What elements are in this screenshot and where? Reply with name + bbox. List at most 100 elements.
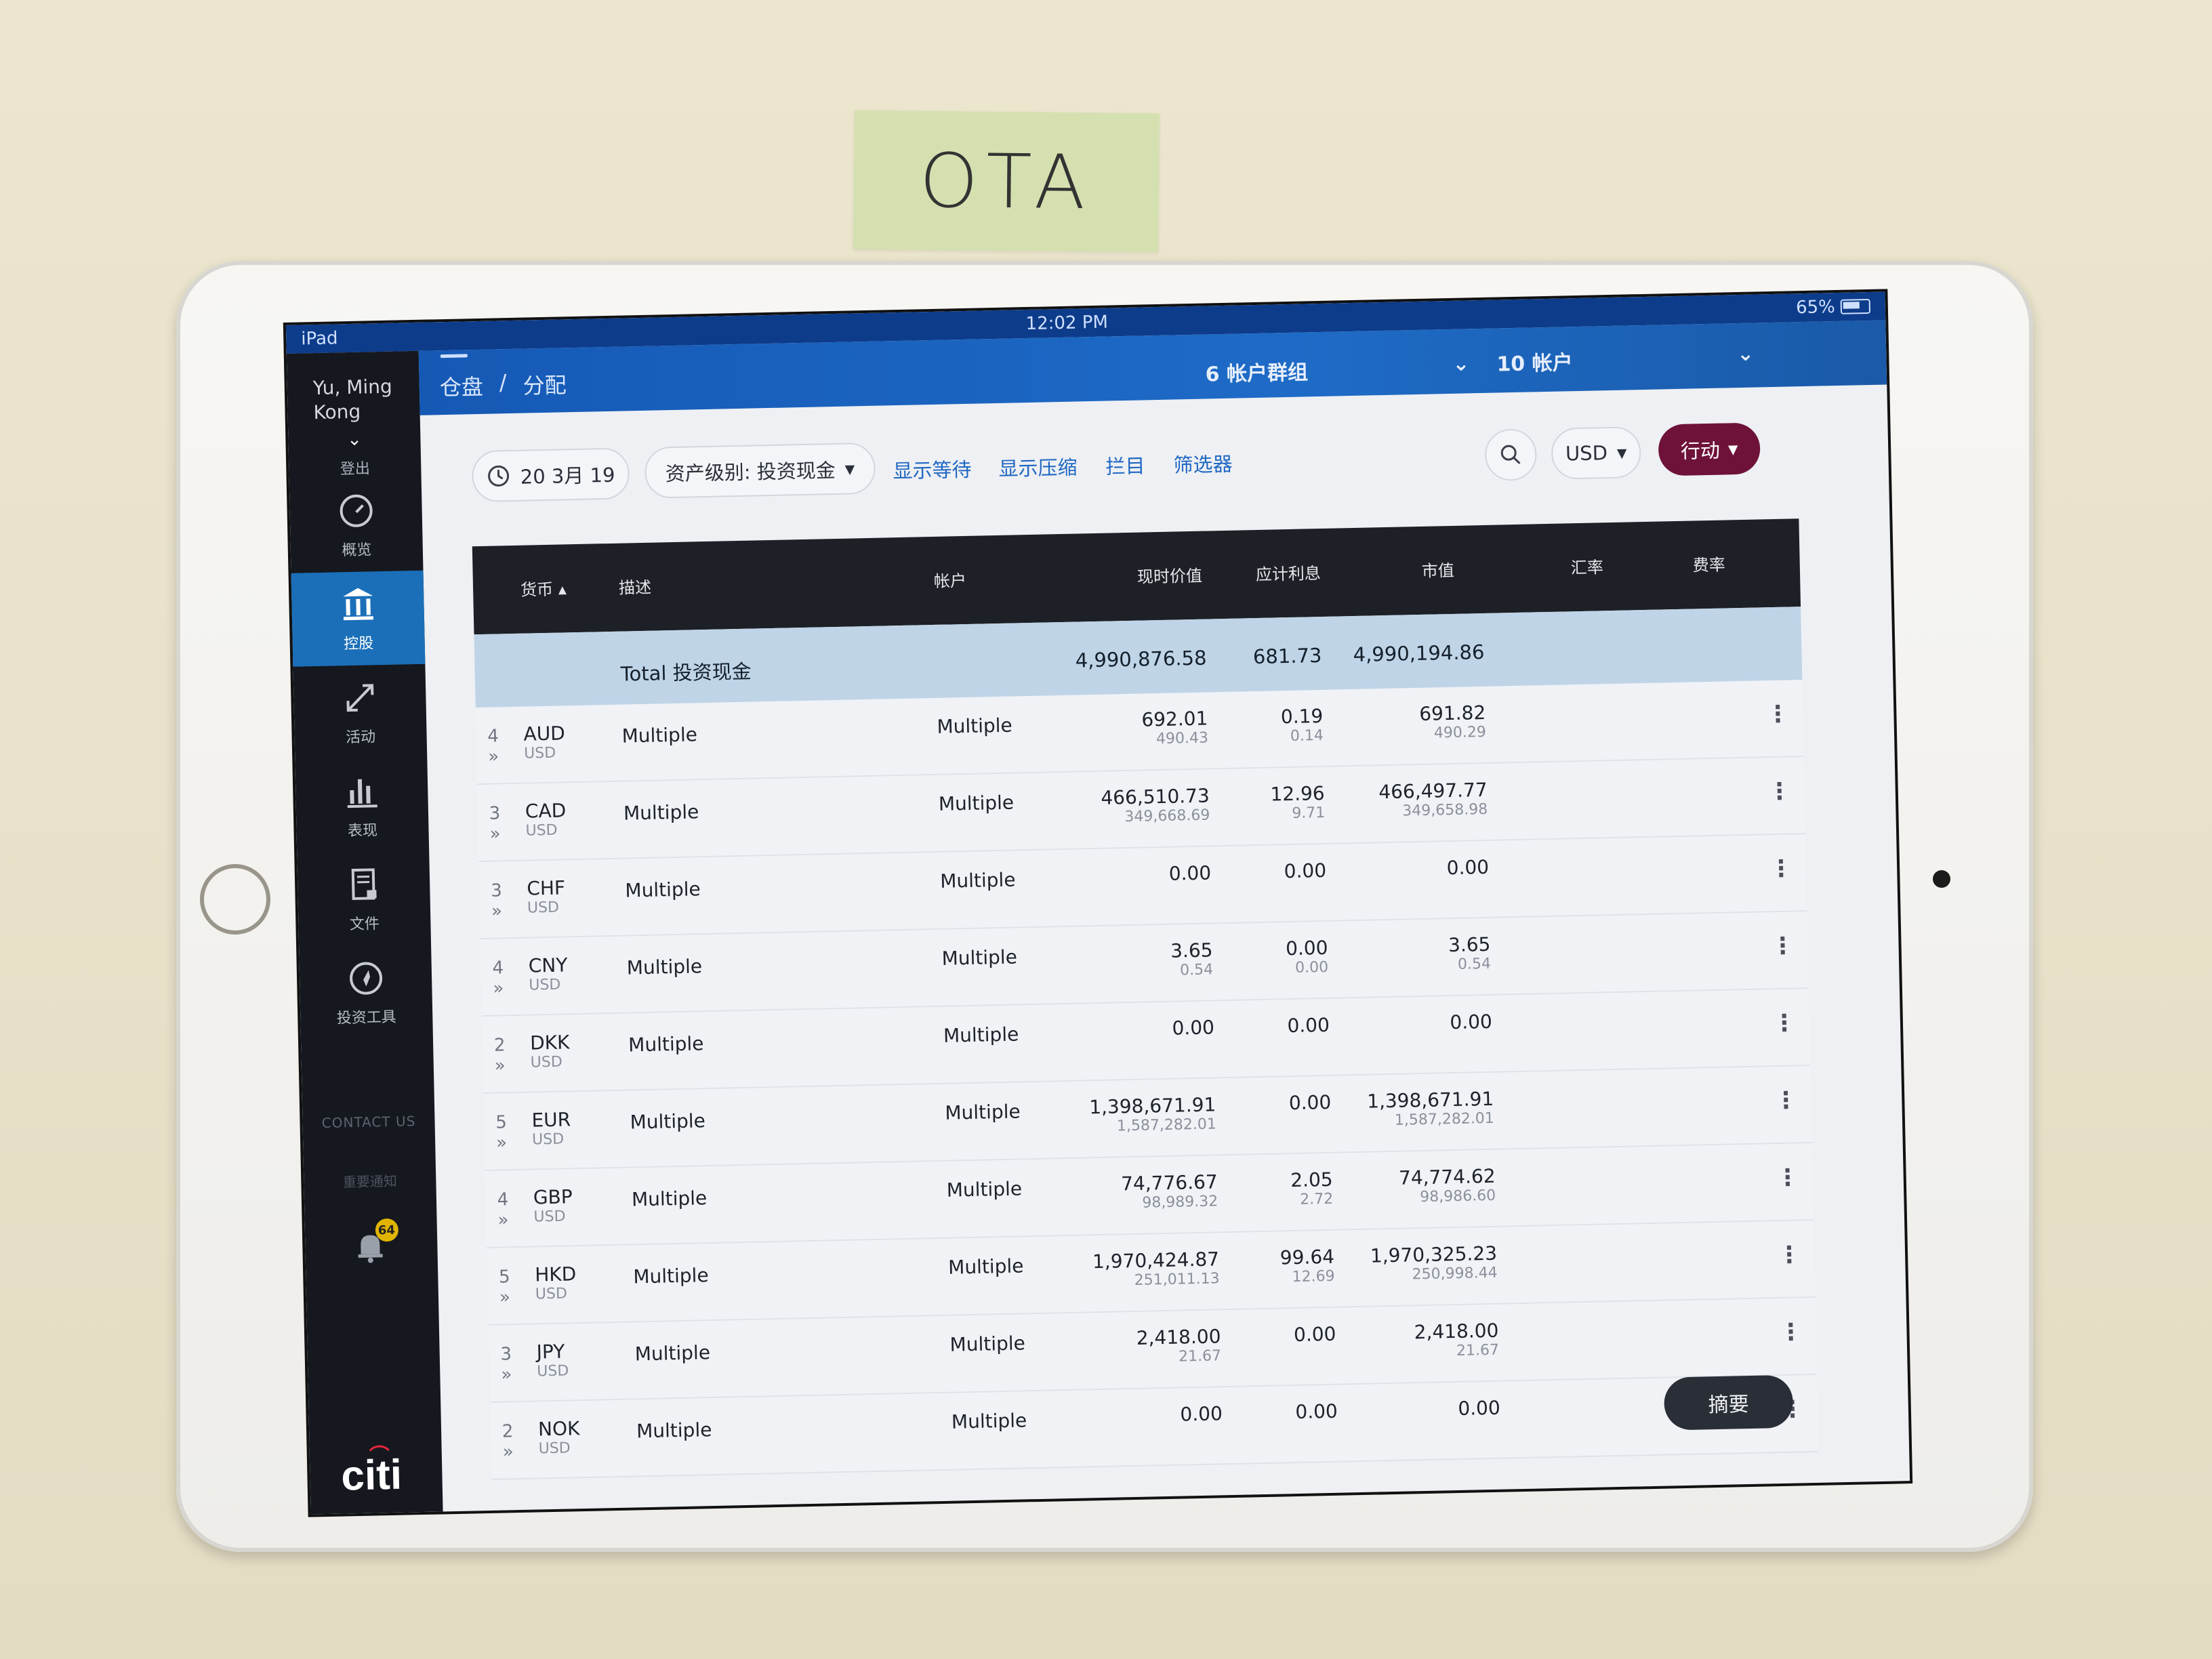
nav-holdings[interactable]: 控股: [291, 570, 426, 667]
current-value: 2,418.00: [1136, 1325, 1221, 1349]
row-count[interactable]: 3»: [486, 880, 507, 922]
row-accrued-interest: 0.00: [1235, 1400, 1338, 1425]
more-options-icon[interactable]: ⋮: [1778, 1241, 1801, 1269]
important-notice-link[interactable]: 重要通知: [304, 1170, 436, 1192]
nav-documents[interactable]: 文件: [297, 851, 431, 947]
header-account[interactable]: 帐户: [934, 567, 967, 592]
sort-asc-icon: ▴: [558, 579, 567, 599]
account-group-select[interactable]: 6 帐户群组 ⌄: [1205, 352, 1470, 387]
action-button[interactable]: 行动 ▾: [1658, 422, 1761, 476]
row-count-value: 5: [498, 1267, 510, 1288]
row-market-value: 691.82 490.29: [1336, 701, 1486, 744]
header-fee-rate[interactable]: 费率: [1692, 552, 1725, 576]
accrued-interest: 0.00: [1284, 859, 1327, 883]
accrued-interest: 0.00: [1295, 1399, 1338, 1424]
row-count[interactable]: 2»: [489, 1035, 510, 1076]
more-options-icon[interactable]: ⋮: [1767, 778, 1791, 806]
base-currency: USD: [531, 1130, 565, 1149]
row-count[interactable]: 5»: [491, 1112, 512, 1153]
header-accrued-interest[interactable]: 应计利息: [1255, 560, 1322, 585]
row-count[interactable]: 3»: [495, 1344, 516, 1385]
device-label: iPad: [301, 328, 338, 350]
date-picker[interactable]: 20 3月 19: [471, 447, 630, 503]
contact-us-link[interactable]: CONTACT US: [302, 1113, 434, 1132]
more-options-icon[interactable]: ⋮: [1766, 701, 1790, 729]
asset-class-dropdown[interactable]: 资产级别: 投资现金 ▾: [644, 442, 876, 499]
holdings-table: 货币 ▴ 描述 帐户 现时价值 应计利息 市值 汇率 费率 Total 投资现金…: [472, 518, 1819, 1480]
expand-icon: »: [488, 746, 499, 767]
summary-button[interactable]: 摘要: [1663, 1374, 1794, 1431]
chevron-down-icon[interactable]: ⌄: [288, 428, 421, 451]
more-options-icon[interactable]: ⋮: [1771, 932, 1795, 960]
expand-icon: »: [494, 1055, 506, 1076]
chevron-down-icon: ⌄: [1736, 342, 1755, 367]
row-count[interactable]: 2»: [497, 1421, 518, 1462]
filter-link[interactable]: 筛选器: [1173, 449, 1233, 478]
notifications-button[interactable]: 64: [350, 1218, 398, 1268]
logout-link[interactable]: 登出: [289, 455, 422, 480]
row-account: Multiple: [947, 1254, 1024, 1279]
expand-icon: »: [501, 1364, 512, 1385]
base-currency: USD: [530, 1053, 563, 1071]
user-name[interactable]: Yu, Ming Kong: [312, 374, 419, 425]
search-button[interactable]: [1484, 428, 1538, 481]
row-current-value: 3.65 0.54: [1063, 939, 1214, 981]
battery-icon: [1840, 298, 1871, 314]
row-count-value: 3: [500, 1344, 512, 1365]
more-options-icon[interactable]: ⋮: [1779, 1318, 1803, 1346]
row-market-value: 1,398,671.91 1,587,282.01: [1345, 1088, 1494, 1130]
account-group-label: 6 帐户群组: [1205, 361, 1309, 387]
current-value: 3.65: [1170, 939, 1213, 962]
row-description: Multiple: [628, 1032, 704, 1057]
row-current-value: 74,776.67 98,989.32: [1068, 1170, 1218, 1213]
menu-handle[interactable]: [440, 354, 468, 359]
row-count[interactable]: 3»: [485, 803, 506, 844]
row-market-value: 2,418.00 21.67: [1349, 1319, 1499, 1362]
more-options-icon[interactable]: ⋮: [1773, 1009, 1797, 1037]
row-current-value: 0.00: [1062, 861, 1211, 887]
accrued-interest: 2.05: [1290, 1168, 1333, 1192]
columns-link[interactable]: 拦目: [1105, 450, 1145, 479]
table-body: 4» AUD USD Multiple Multiple 692.01 490.…: [475, 680, 1819, 1480]
market-value: 466,497.77: [1378, 778, 1488, 804]
row-count[interactable]: 4»: [488, 958, 509, 999]
row-current-value: 1,398,671.91 1,587,282.01: [1067, 1093, 1216, 1136]
row-currency: AUD USD: [523, 722, 565, 762]
header-description[interactable]: 描述: [619, 574, 652, 598]
row-count-value: 4: [492, 958, 504, 979]
date-label: 20 3月 19: [520, 463, 615, 489]
more-options-icon[interactable]: ⋮: [1776, 1164, 1799, 1191]
market-value: 0.00: [1446, 855, 1490, 880]
account-select[interactable]: 10 帐户 ⌄: [1496, 342, 1755, 377]
current-value-base: 0.54: [1179, 961, 1214, 979]
document-lock-icon: [343, 864, 384, 905]
row-count[interactable]: 4»: [493, 1189, 514, 1231]
show-pending-link[interactable]: 显示等待: [893, 454, 972, 484]
breadcrumb-allocation[interactable]: 分配: [523, 368, 567, 400]
row-accrued-interest: 0.00: [1228, 1014, 1330, 1038]
show-collapsed-link[interactable]: 显示压缩: [998, 452, 1078, 482]
nav-performance[interactable]: 表现: [295, 758, 429, 854]
row-account: Multiple: [938, 791, 1015, 815]
nav-tools[interactable]: 投资工具: [299, 945, 433, 1041]
header-market-value[interactable]: 市值: [1421, 557, 1455, 581]
breadcrumb-positions[interactable]: 仓盘: [439, 370, 483, 402]
currency-dropdown[interactable]: USD ▾: [1551, 426, 1642, 480]
base-currency: USD: [529, 976, 561, 994]
row-count[interactable]: 4»: [483, 726, 504, 767]
home-button[interactable]: [200, 864, 270, 935]
nav-overview[interactable]: 概览: [289, 477, 424, 573]
gauge-icon: [335, 490, 377, 531]
nav-activity[interactable]: 活动: [293, 664, 427, 760]
header-currency[interactable]: 货币 ▴: [520, 575, 567, 600]
row-account: Multiple: [951, 1409, 1027, 1433]
header-current-value[interactable]: 现时价值: [1137, 562, 1203, 588]
more-options-icon[interactable]: ⋮: [1774, 1086, 1798, 1114]
header-fx-rate[interactable]: 汇率: [1570, 554, 1604, 578]
current-value: 0.00: [1172, 1016, 1215, 1040]
row-count[interactable]: 5»: [494, 1267, 515, 1308]
more-options-icon[interactable]: ⋮: [1769, 855, 1793, 883]
market-value-base: 490.29: [1433, 723, 1487, 742]
camera: [1933, 870, 1950, 888]
row-market-value: 0.00: [1340, 855, 1490, 882]
